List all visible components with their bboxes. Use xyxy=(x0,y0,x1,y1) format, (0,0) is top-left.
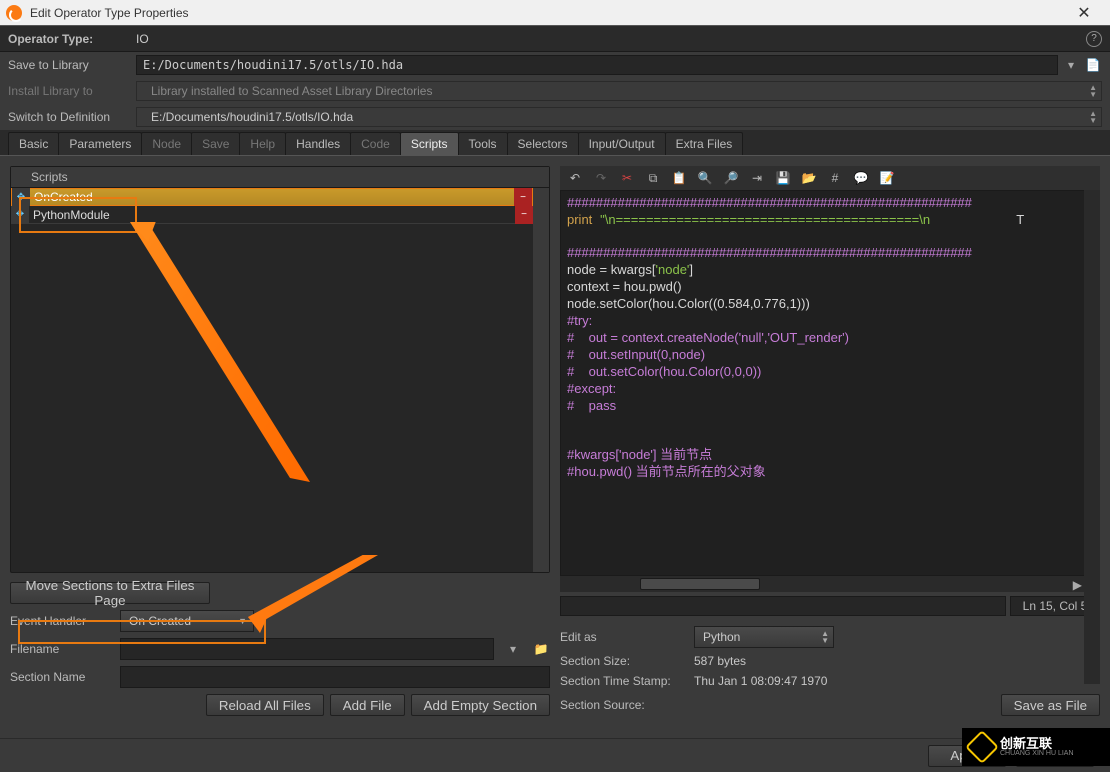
editor-status-spacer xyxy=(560,596,1006,616)
switch-to-value: E:/Documents/houdini17.5/otls/IO.hda xyxy=(151,110,353,124)
section-size-label: Section Size: xyxy=(560,654,688,668)
scripts-body: Scripts ✥ OnCreated − ✥ PythonModule − xyxy=(0,156,1110,726)
event-handler-combo[interactable]: On Created ▼ xyxy=(120,610,254,632)
filename-label: Filename xyxy=(10,642,114,656)
scripts-list-header: Scripts xyxy=(11,167,549,188)
section-name-label: Section Name xyxy=(10,670,114,684)
edit-as-label: Edit as xyxy=(560,630,688,644)
tab-basic[interactable]: Basic xyxy=(8,132,59,155)
event-handler-label: Event Handler xyxy=(10,614,114,628)
install-to-label: Install Library to xyxy=(8,84,136,98)
external-editor-icon[interactable]: 📝 xyxy=(878,169,896,187)
open-icon[interactable]: 📂 xyxy=(800,169,818,187)
editor-v-scrollbar[interactable] xyxy=(1084,190,1100,684)
tab-node[interactable]: Node xyxy=(141,132,192,155)
editor-h-scrollbar[interactable]: ▶ ◢ xyxy=(560,576,1100,592)
close-button[interactable]: ✕ xyxy=(1064,0,1104,26)
script-row-pythonmodule[interactable]: ✥ PythonModule − xyxy=(11,206,533,224)
save-to-input[interactable] xyxy=(136,55,1058,75)
redo-icon[interactable]: ↷ xyxy=(592,169,610,187)
tab-handles[interactable]: Handles xyxy=(285,132,351,155)
save-to-browse-icon[interactable]: 📄 xyxy=(1084,55,1102,75)
title-bar: Edit Operator Type Properties ✕ xyxy=(0,0,1110,26)
install-to-row: Install Library to Library installed to … xyxy=(0,78,1110,104)
editor-column: ↶ ↷ ✂ ⧉ 📋 🔍 🔎 ⇥ 💾 📂 # 💬 📝 ##############… xyxy=(560,166,1100,716)
section-source-label: Section Source: xyxy=(560,698,688,712)
operator-type-value: IO xyxy=(136,32,149,46)
reorder-icon[interactable]: ✥ xyxy=(11,206,29,224)
script-row-label: PythonModule xyxy=(29,208,515,222)
scripts-list[interactable]: ✥ OnCreated − ✥ PythonModule − xyxy=(11,188,533,572)
tab-io[interactable]: Input/Output xyxy=(578,132,666,155)
tab-selectors[interactable]: Selectors xyxy=(507,132,579,155)
editor-toolbar: ↶ ↷ ✂ ⧉ 📋 🔍 🔎 ⇥ 💾 📂 # 💬 📝 xyxy=(560,166,1100,190)
editor-status-bar: Ln 15, Col 5 xyxy=(560,596,1100,616)
tab-scripts[interactable]: Scripts xyxy=(400,132,459,155)
script-row-oncreated[interactable]: ✥ OnCreated − xyxy=(11,188,533,206)
search-icon[interactable]: 🔍 xyxy=(696,169,714,187)
edit-as-combo[interactable]: Python ▲▼ xyxy=(694,626,834,648)
tab-parameters[interactable]: Parameters xyxy=(58,132,142,155)
script-row-label: OnCreated xyxy=(30,190,514,204)
section-time-value: Thu Jan 1 08:09:47 1970 xyxy=(694,674,827,688)
left-controls: Move Sections to Extra Files Page Event … xyxy=(10,579,550,716)
watermark: 创新互联 CHUANG XIN HU LIAN xyxy=(962,728,1110,766)
chat-icon[interactable]: 💬 xyxy=(852,169,870,187)
delete-script-icon[interactable]: − xyxy=(515,206,533,224)
operator-type-row: Operator Type: IO ? xyxy=(0,26,1110,52)
filename-dropdown[interactable]: ▾ xyxy=(504,639,522,659)
goto-icon[interactable]: ⇥ xyxy=(748,169,766,187)
tab-bar: Basic Parameters Node Save Help Handles … xyxy=(0,130,1110,156)
install-to-value: Library installed to Scanned Asset Libra… xyxy=(151,84,432,98)
filename-input[interactable] xyxy=(120,638,494,660)
scripts-scrollbar[interactable] xyxy=(533,188,549,572)
install-to-combo[interactable]: Library installed to Scanned Asset Libra… xyxy=(136,81,1102,101)
watermark-subtext: CHUANG XIN HU LIAN xyxy=(1000,750,1074,757)
add-file-button[interactable]: Add File xyxy=(330,694,405,716)
cut-icon[interactable]: ✂ xyxy=(618,169,636,187)
save-as-file-button[interactable]: Save as File xyxy=(1001,694,1100,716)
reorder-icon[interactable]: ✥ xyxy=(12,188,30,206)
section-time-label: Section Time Stamp: xyxy=(560,674,688,688)
section-name-input[interactable] xyxy=(120,666,550,688)
help-icon[interactable]: ? xyxy=(1086,31,1102,47)
comment-icon[interactable]: # xyxy=(826,169,844,187)
tab-extra[interactable]: Extra Files xyxy=(665,132,744,155)
switch-to-label: Switch to Definition xyxy=(8,110,136,124)
section-size-value: 587 bytes xyxy=(694,654,746,668)
window-title: Edit Operator Type Properties xyxy=(30,6,1064,20)
tab-help[interactable]: Help xyxy=(239,132,286,155)
operator-type-label: Operator Type: xyxy=(8,32,136,46)
copy-icon[interactable]: ⧉ xyxy=(644,169,662,187)
reload-all-button[interactable]: Reload All Files xyxy=(206,694,324,716)
add-empty-button[interactable]: Add Empty Section xyxy=(411,694,550,716)
switch-to-combo[interactable]: E:/Documents/houdini17.5/otls/IO.hda ▲▼ xyxy=(136,107,1102,127)
undo-icon[interactable]: ↶ xyxy=(566,169,584,187)
editor-metadata: Edit as Python ▲▼ Section Size: 587 byte… xyxy=(560,626,1100,716)
filename-browse-icon[interactable]: 📁 xyxy=(532,639,550,659)
save-to-row: Save to Library ▾ 📄 xyxy=(0,52,1110,78)
scripts-left-column: Scripts ✥ OnCreated − ✥ PythonModule − xyxy=(10,166,550,716)
tab-save[interactable]: Save xyxy=(191,132,240,155)
paste-icon[interactable]: 📋 xyxy=(670,169,688,187)
watermark-text: 创新互联 xyxy=(1000,738,1074,750)
dialog-footer: Apply Discard xyxy=(0,738,1110,772)
move-sections-button[interactable]: Move Sections to Extra Files Page xyxy=(10,582,210,604)
save-to-dropdown[interactable]: ▾ xyxy=(1062,55,1080,75)
scripts-list-box: Scripts ✥ OnCreated − ✥ PythonModule − xyxy=(10,166,550,573)
search-replace-icon[interactable]: 🔎 xyxy=(722,169,740,187)
switch-to-row: Switch to Definition E:/Documents/houdin… xyxy=(0,104,1110,130)
save-icon[interactable]: 💾 xyxy=(774,169,792,187)
houdini-logo-icon xyxy=(6,5,22,21)
code-editor[interactable]: ########################################… xyxy=(560,190,1100,576)
watermark-logo-icon xyxy=(965,730,999,764)
tab-code[interactable]: Code xyxy=(350,132,401,155)
delete-script-icon[interactable]: − xyxy=(514,188,532,206)
tab-tools[interactable]: Tools xyxy=(458,132,508,155)
save-to-label: Save to Library xyxy=(8,58,136,72)
